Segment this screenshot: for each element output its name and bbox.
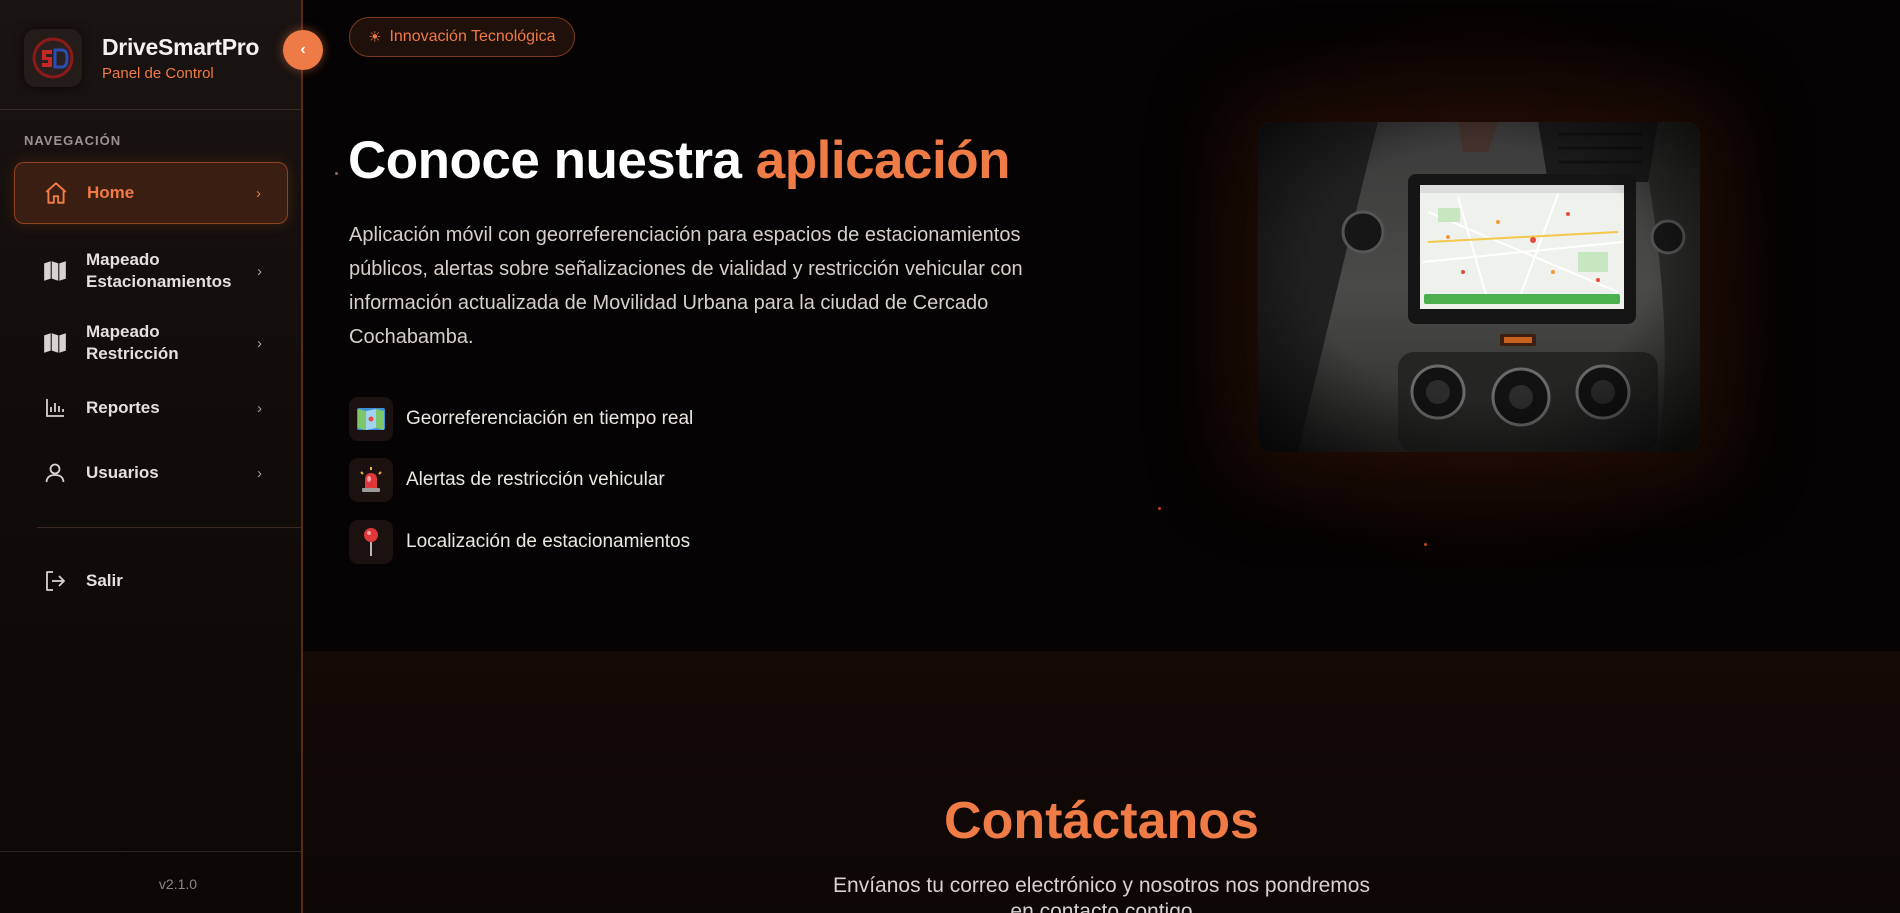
sidebar-item-label: Usuarios	[86, 463, 159, 482]
divider	[0, 109, 301, 110]
bar-chart-icon	[40, 393, 70, 423]
chevron-right-icon: ›	[257, 262, 262, 280]
logout-icon	[40, 566, 70, 596]
feature-text: Alertas de restricción vehicular	[406, 469, 665, 490]
sidebar-item-usuarios[interactable]: Usuarios ›	[14, 442, 288, 504]
siren-icon	[349, 458, 393, 502]
user-icon	[40, 458, 70, 488]
brand-subtitle: Panel de Control	[102, 65, 214, 82]
map-icon	[349, 397, 393, 441]
pin-icon	[349, 520, 393, 564]
feature-item: Alertas de restricción vehicular	[349, 458, 665, 502]
logout-label: Salir	[86, 571, 123, 590]
home-icon	[41, 178, 71, 208]
hero-title-accent: aplicación	[755, 131, 1011, 190]
sidebar-item-label: Mapeado Restricción	[86, 322, 179, 363]
sidebar-item-mapeado-estacionamientos[interactable]: Mapeado Estacionamientos ›	[14, 240, 288, 302]
decorative-dot	[1424, 543, 1427, 546]
feature-item: Localización de estacionamientos	[349, 520, 690, 564]
contact-subtitle: Envíanos tu correo electrónico y nosotro…	[303, 873, 1900, 913]
hero-title-main: Conoce nuestra	[348, 131, 756, 190]
sidebar-item-label: Reportes	[86, 398, 160, 417]
chevron-left-icon: ‹	[300, 41, 306, 58]
feature-text: Georreferenciación en tiempo real	[406, 408, 694, 429]
feature-text: Localización de estacionamientos	[406, 531, 691, 552]
decorative-dot	[1158, 507, 1161, 510]
hero-title: Conoce nuestra aplicación	[348, 130, 1010, 191]
chevron-right-icon: ›	[257, 334, 262, 352]
chevron-right-icon: ›	[257, 464, 262, 482]
divider	[37, 527, 301, 528]
logo	[24, 29, 82, 87]
brand: DriveSmartPro Panel de Control	[24, 28, 259, 88]
sun-icon: ☀	[368, 29, 382, 46]
sidebar-item-label: Home	[87, 183, 135, 202]
logout-button[interactable]: Salir	[14, 550, 288, 612]
innovation-badge: ☀ Innovación Tecnológica	[349, 17, 575, 57]
map-icon	[40, 328, 70, 358]
decorative-dot	[335, 172, 338, 175]
badge-label: Innovación Tecnológica	[389, 28, 556, 45]
chevron-right-icon: ›	[257, 399, 262, 417]
contact-subtitle-line1: Envíanos tu correo electrónico y nosotro…	[833, 874, 1370, 897]
app-photo	[1258, 122, 1700, 452]
feature-item: Georreferenciación en tiempo real	[349, 397, 693, 441]
contact-section: Contáctanos Envíanos tu correo electróni…	[303, 651, 1900, 913]
sidebar-item-label: Mapeado Estacionamientos	[86, 250, 232, 291]
divider	[0, 851, 301, 852]
chevron-right-icon: ›	[256, 184, 261, 202]
collapse-sidebar-button[interactable]: ‹	[283, 30, 323, 70]
sidebar-item-mapeado-restriccion[interactable]: Mapeado Restricción ›	[14, 312, 288, 374]
contact-subtitle-line2: en contacto contigo	[1010, 900, 1193, 913]
nav-heading: NAVEGACIÓN	[24, 133, 122, 148]
main-content: ☀ Innovación Tecnológica Conoce nuestra …	[303, 0, 1900, 913]
hero-description: Aplicación móvil con georreferenciación …	[349, 224, 1023, 348]
map-icon	[40, 256, 70, 286]
sidebar-item-reportes[interactable]: Reportes ›	[14, 377, 288, 439]
sidebar: DriveSmartPro Panel de Control NAVEGACIÓ…	[0, 0, 303, 913]
sidebar-item-home[interactable]: Home ›	[14, 162, 288, 224]
contact-title: Contáctanos	[944, 792, 1259, 850]
brand-title: DriveSmartPro	[102, 34, 260, 60]
